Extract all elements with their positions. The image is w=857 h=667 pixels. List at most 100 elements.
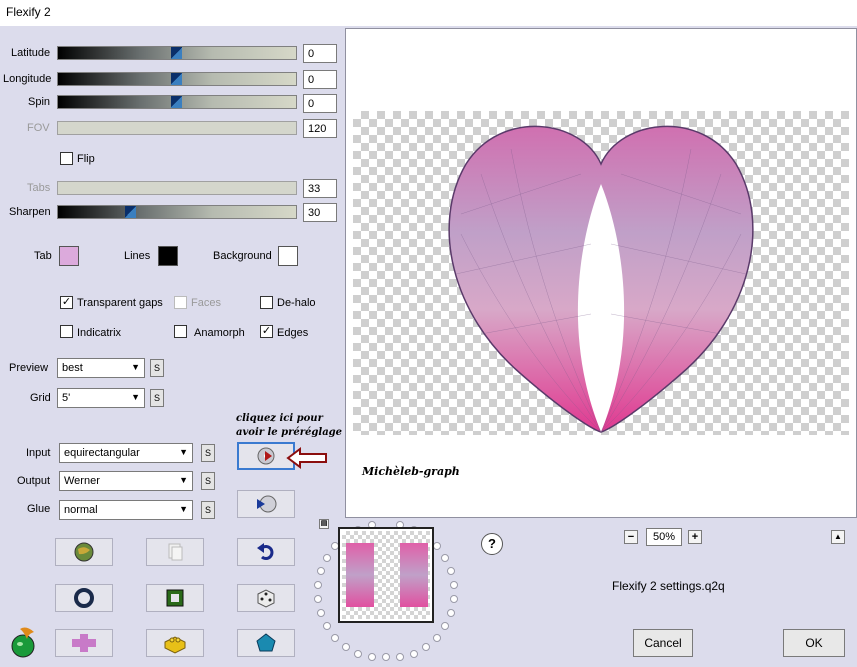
cross-tab-icon: [72, 634, 96, 652]
arrow-pointer-icon: [286, 447, 327, 469]
background-color-swatch[interactable]: [278, 246, 298, 266]
rotation-dot[interactable]: [331, 633, 340, 642]
preview-canvas[interactable]: Michèleb-graph: [345, 28, 857, 518]
input-projection-select[interactable]: equirectangular ▼: [59, 443, 193, 463]
spin-slider[interactable]: [57, 95, 297, 109]
dice-icon: [257, 589, 275, 608]
output-select-value: Werner: [64, 475, 100, 487]
collapse-button[interactable]: ▲: [831, 530, 845, 544]
preview-label: Preview: [9, 362, 49, 374]
output-projection-select[interactable]: Werner ▼: [59, 471, 193, 491]
rotation-dot[interactable]: [446, 609, 455, 617]
pentagon-icon: [256, 633, 276, 652]
rotation-dot[interactable]: [446, 566, 455, 575]
de-halo-checkbox[interactable]: [260, 296, 273, 309]
spin-thumb[interactable]: [171, 96, 182, 108]
longitude-thumb[interactable]: [171, 73, 182, 85]
preview-s-button[interactable]: S: [150, 359, 164, 377]
spin-input[interactable]: 0: [303, 94, 337, 113]
sharpen-input[interactable]: 30: [303, 203, 337, 222]
de-halo-label: De-halo: [277, 297, 316, 309]
glue-s-button[interactable]: S: [201, 501, 215, 519]
latitude-input[interactable]: 0: [303, 44, 337, 63]
faces-label: Faces: [191, 297, 221, 309]
zoom-in-button[interactable]: +: [688, 530, 702, 544]
transparent-gaps-label: Transparent gaps: [77, 297, 163, 309]
lines-color-swatch[interactable]: [158, 246, 178, 266]
undo-button[interactable]: [237, 538, 295, 566]
ok-button[interactable]: OK: [783, 629, 845, 657]
indicatrix-checkbox[interactable]: [60, 325, 73, 338]
zoom-level: 50%: [646, 528, 682, 546]
help-button[interactable]: ?: [481, 533, 503, 555]
rotation-dot[interactable]: [449, 580, 458, 589]
anamorph-checkbox[interactable]: [174, 325, 187, 338]
fov-input[interactable]: 120: [303, 119, 337, 138]
faces-checkbox[interactable]: [174, 296, 187, 309]
longitude-slider[interactable]: [57, 72, 297, 86]
settings-filename: Flexify 2 settings.q2q: [612, 579, 725, 593]
preset-annotation: cliquez ici pour avoir le préréglage: [236, 412, 342, 440]
anamorph-label: Anamorph: [194, 327, 245, 339]
transparent-gaps-checkbox[interactable]: ✓: [60, 296, 73, 309]
glue-label: Glue: [27, 503, 51, 515]
rotation-dot[interactable]: [342, 643, 351, 651]
tabs-slider[interactable]: [57, 181, 297, 195]
rotation-dot[interactable]: [432, 633, 441, 642]
randomize-button[interactable]: [55, 538, 113, 566]
rotation-dot[interactable]: [440, 554, 449, 562]
longitude-label: Longitude: [3, 73, 52, 85]
ring-icon: [74, 588, 94, 608]
tabs-input[interactable]: 33: [303, 179, 337, 198]
zoom-out-button[interactable]: −: [624, 530, 638, 544]
cancel-button[interactable]: Cancel: [633, 629, 693, 657]
latitude-label: Latitude: [11, 47, 51, 59]
save-preset-button[interactable]: [237, 490, 295, 518]
title-bar: Flexify 2: [0, 0, 857, 26]
flip-label: Flip: [77, 153, 95, 165]
glue-select[interactable]: normal ▼: [59, 500, 193, 520]
brick-button[interactable]: [146, 629, 204, 657]
sharpen-slider[interactable]: [57, 205, 297, 219]
output-label: Output: [17, 475, 51, 487]
random-button[interactable]: [237, 584, 295, 612]
rotation-dot[interactable]: [382, 653, 390, 661]
grid-select[interactable]: 5' ▼: [57, 388, 145, 408]
longitude-input[interactable]: 0: [303, 70, 337, 89]
input-select-value: equirectangular: [64, 447, 140, 459]
background-color-label: Background: [213, 250, 272, 262]
rotation-dot[interactable]: [421, 643, 430, 651]
rotation-dot[interactable]: [409, 650, 418, 659]
tab-color-swatch[interactable]: [59, 246, 79, 266]
frame-button[interactable]: [146, 584, 204, 612]
latitude-slider[interactable]: [57, 46, 297, 60]
latitude-thumb[interactable]: [171, 47, 182, 59]
polyhedron-button[interactable]: [237, 629, 295, 657]
sphere-button[interactable]: [55, 584, 113, 612]
fov-label: FOV: [27, 122, 50, 134]
input-s-button[interactable]: S: [201, 444, 215, 462]
rotation-dot[interactable]: [367, 653, 376, 661]
globe-icon: [74, 542, 94, 562]
flip-checkbox[interactable]: [60, 152, 73, 165]
spin-label: Spin: [28, 96, 51, 108]
edges-checkbox[interactable]: ✓: [260, 325, 273, 338]
grid-s-button[interactable]: S: [150, 389, 164, 407]
annotation-line-2: avoir le préréglage: [236, 427, 343, 438]
rotation-dot[interactable]: [440, 622, 449, 630]
window-title: Flexify 2: [6, 5, 51, 19]
fov-slider[interactable]: [57, 121, 297, 135]
lines-color-label: Lines: [124, 250, 151, 262]
preview-select[interactable]: best ▼: [57, 358, 145, 378]
thumbnail-preview[interactable]: [338, 527, 434, 623]
chevron-down-icon: ▼: [131, 362, 140, 372]
sharpen-thumb[interactable]: [125, 206, 136, 218]
tabs-shape-button[interactable]: [55, 629, 113, 657]
rotation-dot[interactable]: [449, 595, 458, 604]
grid-select-value: 5': [62, 392, 71, 404]
grid-toggle-icon[interactable]: ▤: [319, 519, 329, 529]
thumbnail-right-panel: [400, 543, 428, 607]
edges-label: Edges: [277, 327, 309, 339]
copy-button[interactable]: [146, 538, 204, 566]
output-s-button[interactable]: S: [201, 472, 215, 490]
